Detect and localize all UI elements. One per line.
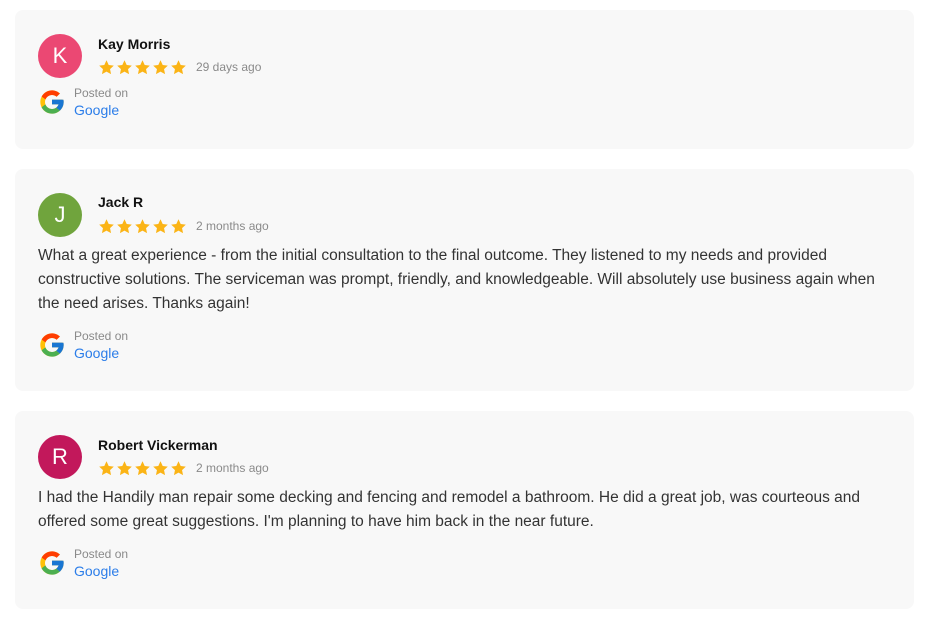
avatar: R	[38, 435, 82, 479]
star-rating	[98, 218, 187, 235]
review-text: I had the Handily man repair some deckin…	[38, 489, 860, 530]
posted-on-label: Posted on	[74, 328, 129, 343]
star-icon	[117, 218, 132, 233]
star-icon	[117, 460, 132, 475]
google-source-link[interactable]: Google	[74, 101, 128, 119]
rating-row: 2 months ago	[98, 216, 269, 236]
star-icon	[99, 59, 114, 74]
star-rating	[98, 59, 187, 76]
reviewer-name: Kay Morris	[98, 36, 171, 52]
review-text: What a great experience - from the initi…	[38, 247, 875, 312]
review-date: 2 months ago	[196, 461, 269, 475]
google-g-icon	[40, 551, 64, 575]
avatar: K	[38, 34, 82, 78]
star-icon	[99, 460, 114, 475]
star-icon	[117, 59, 132, 74]
star-icon	[153, 460, 168, 475]
star-icon	[135, 218, 150, 233]
google-g-icon	[40, 90, 64, 114]
star-icon	[171, 460, 186, 475]
posted-on: Posted on Google	[38, 546, 128, 580]
google-g-icon	[40, 333, 64, 357]
google-source-link[interactable]: Google	[74, 344, 128, 362]
avatar: J	[38, 193, 82, 237]
star-rating	[98, 460, 187, 477]
star-icon	[171, 218, 186, 233]
star-icon	[171, 59, 186, 74]
posted-on-label: Posted on	[74, 85, 129, 100]
reviewer-name: Robert Vickerman	[98, 437, 218, 453]
star-icon	[99, 218, 114, 233]
posted-on: Posted on Google	[38, 328, 128, 362]
posted-on: Posted on Google	[38, 85, 128, 119]
review-date: 29 days ago	[196, 60, 262, 74]
posted-on-label: Posted on	[74, 546, 129, 561]
review-card: R Robert Vickerman 2 months ago I had th…	[15, 411, 914, 609]
google-source-link[interactable]: Google	[74, 562, 128, 580]
star-icon	[135, 460, 150, 475]
reviewer-name: Jack R	[98, 194, 144, 210]
rating-row: 2 months ago	[98, 458, 269, 478]
star-icon	[153, 218, 168, 233]
review-card: K Kay Morris 29 days ago Posted on Googl…	[15, 10, 914, 149]
rating-row: 29 days ago	[98, 57, 261, 77]
star-icon	[153, 59, 168, 74]
review-card: J Jack R 2 months ago What a great exper…	[15, 169, 914, 391]
review-date: 2 months ago	[196, 219, 269, 233]
star-icon	[135, 59, 150, 74]
